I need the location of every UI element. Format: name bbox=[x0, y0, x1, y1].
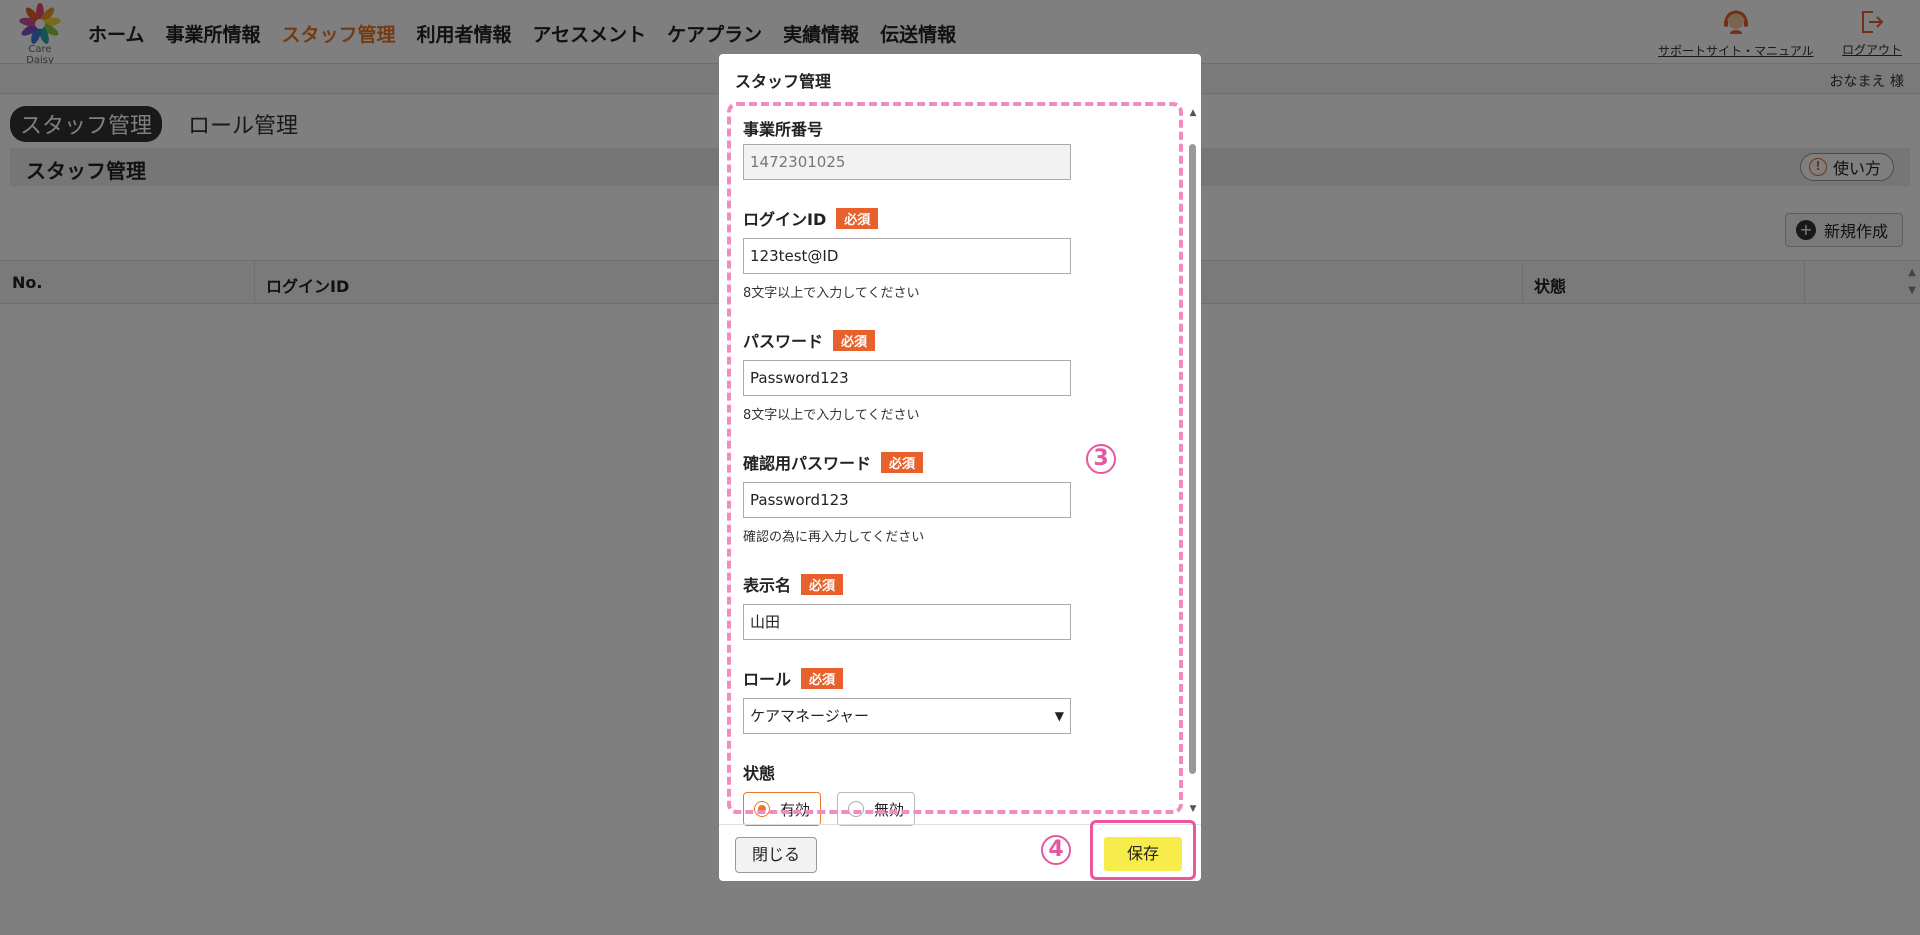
step-marker-3: 3 bbox=[1086, 444, 1116, 474]
login-id-input[interactable]: 123test@ID bbox=[743, 238, 1071, 274]
login-id-hint: 8文字以上で入力してください bbox=[743, 286, 920, 301]
radio-checked-icon bbox=[754, 801, 770, 817]
login-id-label-text: ログインID bbox=[743, 210, 827, 229]
confirm-password-label-text: 確認用パスワード bbox=[743, 454, 872, 473]
step-marker-4: 4 bbox=[1041, 835, 1071, 865]
confirm-password-input[interactable]: Password123 bbox=[743, 482, 1071, 518]
save-button[interactable]: 保存 bbox=[1104, 837, 1182, 871]
password-input[interactable]: Password123 bbox=[743, 360, 1071, 396]
office-number-field: 1472301025 bbox=[743, 144, 1071, 180]
role-label: ロール 必須 bbox=[743, 666, 844, 690]
modal-form: 事業所番号 1472301025 ログインID 必須 123test@ID 8文… bbox=[727, 102, 1183, 867]
required-badge: 必須 bbox=[881, 451, 924, 473]
confirm-password-label: 確認用パスワード 必須 bbox=[743, 450, 924, 474]
status-inactive-radio[interactable]: 無効 bbox=[837, 792, 916, 826]
password-label: パスワード 必須 bbox=[743, 328, 876, 352]
login-id-label: ログインID 必須 bbox=[743, 206, 879, 230]
status-radio-group: 有効 無効 bbox=[743, 792, 1073, 828]
scroll-down-arrow-icon[interactable]: ▼ bbox=[1187, 804, 1199, 814]
status-active-label: 有効 bbox=[780, 800, 811, 819]
modal-title: スタッフ管理 bbox=[735, 72, 832, 91]
close-button[interactable]: 閉じる bbox=[735, 837, 817, 873]
role-select[interactable]: ケアマネージャー ▼ bbox=[743, 698, 1071, 734]
confirm-password-hint: 確認の為に再入力してください bbox=[743, 530, 925, 545]
radio-unchecked-icon bbox=[848, 801, 864, 817]
password-label-text: パスワード bbox=[743, 332, 824, 351]
required-badge: 必須 bbox=[801, 573, 844, 595]
status-label-text: 状態 bbox=[743, 764, 776, 783]
staff-edit-modal: スタッフ管理 事業所番号 1472301025 ログインID 必須 123tes… bbox=[719, 54, 1201, 881]
office-number-label-text: 事業所番号 bbox=[743, 120, 824, 139]
modal-scrollbar[interactable]: ▲ ▼ bbox=[1187, 108, 1199, 814]
required-badge: 必須 bbox=[836, 207, 879, 229]
display-name-input[interactable]: 山田 bbox=[743, 604, 1071, 640]
password-hint: 8文字以上で入力してください bbox=[743, 408, 920, 423]
scroll-up-arrow-icon[interactable]: ▲ bbox=[1187, 108, 1199, 118]
required-badge: 必須 bbox=[801, 667, 844, 689]
status-label: 状態 bbox=[743, 760, 775, 784]
role-label-text: ロール bbox=[743, 670, 792, 689]
display-name-label-text: 表示名 bbox=[743, 576, 792, 595]
office-number-label: 事業所番号 bbox=[743, 116, 823, 140]
required-badge: 必須 bbox=[833, 329, 876, 351]
status-active-radio[interactable]: 有効 bbox=[743, 792, 822, 826]
display-name-label: 表示名 必須 bbox=[743, 572, 844, 596]
role-selected-value: ケアマネージャー bbox=[750, 707, 869, 725]
chevron-down-icon: ▼ bbox=[1054, 709, 1064, 723]
scrollbar-thumb[interactable] bbox=[1189, 144, 1196, 774]
modal-footer: 閉じる 保存 bbox=[719, 824, 1201, 881]
status-inactive-label: 無効 bbox=[874, 800, 905, 819]
